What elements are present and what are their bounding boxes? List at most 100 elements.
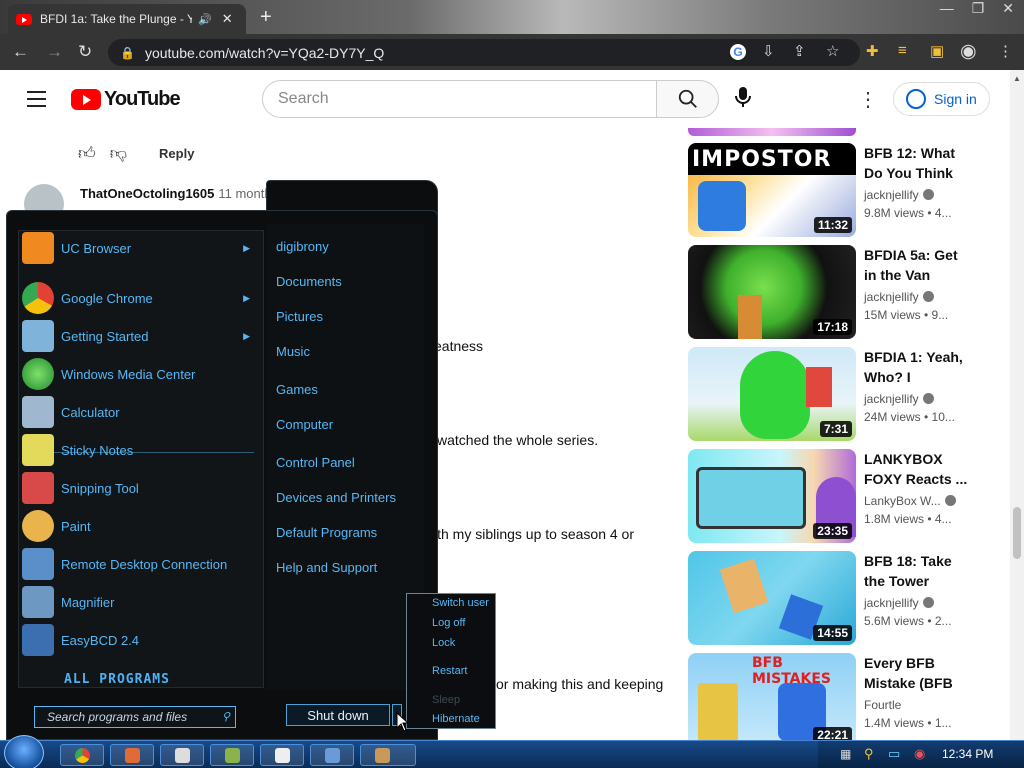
taskbar-app[interactable] (210, 744, 254, 766)
tray-icon[interactable]: ▦ (840, 747, 851, 761)
menu-item-restart[interactable]: Restart (432, 665, 467, 677)
address-bar[interactable]: 🔒 youtube.com/watch?v=YQa2-DY7Y_Q (108, 39, 860, 66)
shutdown-button[interactable]: Shut down (286, 704, 390, 726)
page-scrollbar[interactable]: ▲ (1010, 70, 1024, 740)
program-paint[interactable]: Paint (22, 508, 262, 544)
video-thumbnail[interactable]: BFB MISTAKES 22:21 (688, 653, 856, 747)
channel-name[interactable]: Fourtle (864, 698, 968, 712)
bookmark-star-icon[interactable]: ☆ (826, 42, 839, 60)
video-thumbnail[interactable]: 14:55 (688, 551, 856, 645)
tray-icon[interactable]: ▭ (888, 746, 900, 762)
forward-icon[interactable]: → (46, 42, 63, 62)
hamburger-menu-icon[interactable] (27, 91, 46, 112)
google-icon[interactable]: G (730, 44, 746, 60)
start-search-input[interactable]: Search programs and files ⚲ (34, 706, 236, 728)
scrollbar-thumb[interactable] (1013, 507, 1021, 559)
back-icon[interactable]: ← (12, 42, 29, 62)
speaker-icon[interactable]: 🔊 (198, 13, 212, 26)
reply-button[interactable]: Reply (159, 146, 194, 161)
taskbar-chrome[interactable] (60, 744, 104, 766)
menu-item-hibernate[interactable]: Hibernate (432, 713, 480, 725)
taskbar-app[interactable] (360, 744, 416, 766)
like-icon[interactable]: 👍︎ (78, 143, 96, 164)
recommended-video[interactable]: BFB MISTAKES 22:21 Every BFB Mistake (BF… (688, 653, 968, 747)
close-window-icon[interactable]: ✕ (1002, 0, 1014, 17)
video-title[interactable]: BFB 12: What Do You Think ... (864, 143, 968, 183)
place-pictures[interactable]: Pictures (276, 309, 323, 324)
channel-name[interactable]: jacknjellify (864, 188, 968, 202)
program-windows-media-center[interactable]: Windows Media Center (22, 356, 262, 392)
install-icon[interactable]: ⇩ (762, 42, 775, 60)
reload-icon[interactable]: ↻ (78, 42, 92, 62)
extensions-icon[interactable]: ✚ (866, 42, 879, 60)
sign-in-button[interactable]: Sign in (893, 82, 990, 116)
video-thumbnail[interactable]: 23:35 (688, 449, 856, 543)
media-icon[interactable]: ≡ (898, 42, 907, 59)
menu-item-lock[interactable]: Lock (432, 637, 455, 649)
program-magnifier[interactable]: Magnifier (22, 584, 262, 620)
program-sticky-notes[interactable]: Sticky Notes (22, 432, 262, 468)
place-help-support[interactable]: Help and Support (276, 560, 377, 575)
place-games[interactable]: Games (276, 382, 318, 397)
place-user-folder[interactable]: digibrony (276, 239, 329, 254)
microphone-icon[interactable] (735, 86, 751, 113)
place-documents[interactable]: Documents (276, 274, 342, 289)
program-snipping-tool[interactable]: Snipping Tool (22, 470, 262, 506)
video-title[interactable]: BFDIA 5a: Get in the Van (864, 245, 968, 285)
share-icon[interactable]: ⇪ (793, 42, 806, 60)
profile-icon[interactable]: ◉ (960, 40, 977, 63)
all-programs-button[interactable]: ALL PROGRAMS (64, 672, 170, 687)
dislike-icon[interactable]: 👎︎ (110, 143, 127, 164)
program-easybcd[interactable]: EasyBCD 2.4 (22, 622, 262, 658)
channel-name[interactable]: jacknjellify (864, 392, 968, 406)
minimize-icon[interactable]: — (940, 0, 954, 17)
video-title[interactable]: Every BFB Mistake (BFB ... (864, 653, 968, 693)
browser-tab[interactable]: BFDI 1a: Take the Plunge - YouTube 🔊 ✕ (8, 4, 246, 34)
video-thumbnail[interactable]: IMPOSTOR 11:32 (688, 143, 856, 237)
sidepanel-icon[interactable]: ▣ (930, 42, 944, 60)
program-calculator[interactable]: Calculator (22, 394, 262, 430)
close-tab-icon[interactable]: ✕ (222, 11, 233, 27)
recommended-video[interactable]: 7:31 BFDIA 1: Yeah, Who? I Wanna... jack… (688, 347, 968, 441)
start-button[interactable] (4, 735, 44, 768)
video-title[interactable]: BFB 18: Take the Tower (864, 551, 968, 591)
recommended-video[interactable]: 17:18 BFDIA 5a: Get in the Van jacknjell… (688, 245, 968, 339)
channel-name[interactable]: jacknjellify (864, 596, 968, 610)
menu-item-log-off[interactable]: Log off (432, 617, 465, 629)
place-music[interactable]: Music (276, 344, 310, 359)
taskbar-app[interactable] (310, 744, 354, 766)
place-computer[interactable]: Computer (276, 417, 333, 432)
search-input[interactable]: Search (262, 80, 657, 118)
program-uc-browser[interactable]: UC Browser ▶ (22, 230, 262, 266)
youtube-logo[interactable]: YouTube (71, 88, 181, 111)
tray-icon[interactable]: ⚲ (864, 746, 874, 762)
program-getting-started[interactable]: Getting Started ▶ (22, 318, 262, 354)
lock-icon[interactable]: 🔒 (120, 46, 135, 60)
taskbar-app[interactable] (260, 744, 304, 766)
search-button[interactable] (656, 80, 719, 118)
taskbar-app[interactable] (110, 744, 154, 766)
place-devices-printers[interactable]: Devices and Printers (276, 490, 396, 505)
channel-name[interactable]: LankyBox W... (864, 494, 968, 508)
browser-menu-icon[interactable]: ⋮ (998, 42, 1013, 60)
recommended-video[interactable]: IMPOSTOR 11:32 BFB 12: What Do You Think… (688, 143, 968, 237)
clock[interactable]: 12:34 PM (942, 747, 993, 761)
video-title[interactable]: BFDIA 1: Yeah, Who? I Wanna... (864, 347, 968, 387)
video-thumbnail[interactable]: 7:31 (688, 347, 856, 441)
scroll-up-icon[interactable]: ▲ (1013, 74, 1021, 83)
program-google-chrome[interactable]: Google Chrome ▶ (22, 280, 262, 316)
channel-name[interactable]: jacknjellify (864, 290, 968, 304)
menu-item-switch-user[interactable]: Switch user (432, 597, 489, 609)
video-thumbnail[interactable]: 17:18 (688, 245, 856, 339)
tray-icon[interactable]: ◉ (914, 746, 925, 762)
recommended-video[interactable]: 23:35 LANKYBOX FOXY Reacts ... LankyBox … (688, 449, 968, 543)
taskbar-app[interactable] (160, 744, 204, 766)
restore-icon[interactable]: ❐ (972, 0, 985, 17)
place-control-panel[interactable]: Control Panel (276, 455, 355, 470)
program-remote-desktop[interactable]: Remote Desktop Connection (22, 546, 262, 582)
settings-menu-icon[interactable]: ⋮ (858, 87, 878, 112)
new-tab-button[interactable]: + (260, 6, 272, 29)
place-default-programs[interactable]: Default Programs (276, 525, 377, 540)
video-title[interactable]: LANKYBOX FOXY Reacts ... (864, 449, 968, 489)
recommended-video[interactable]: 14:55 BFB 18: Take the Tower jacknjellif… (688, 551, 968, 645)
